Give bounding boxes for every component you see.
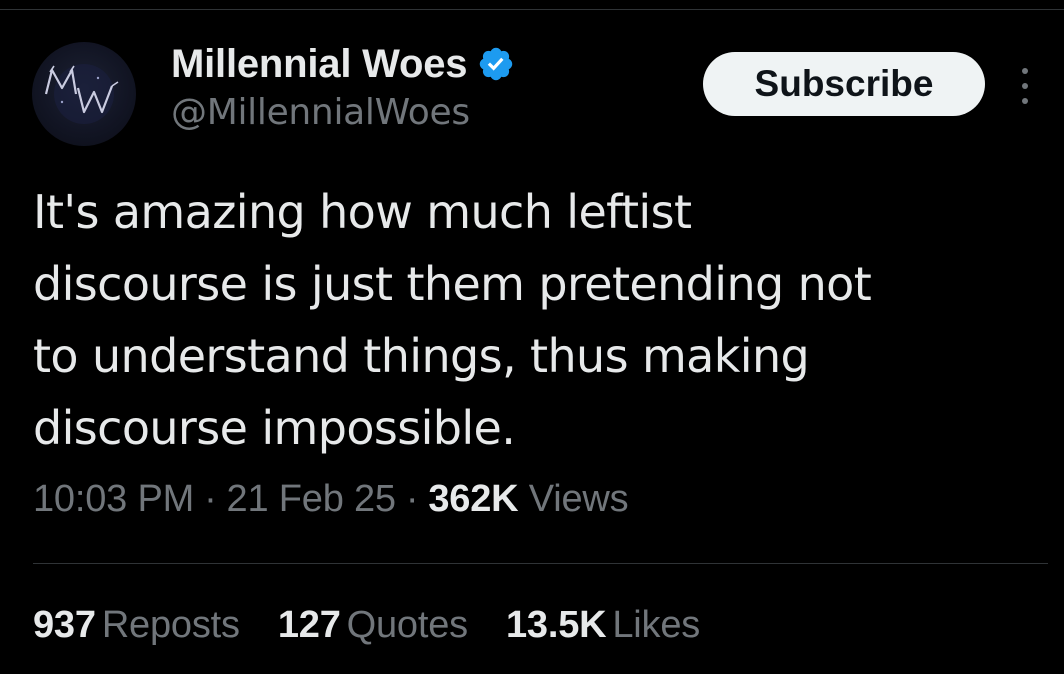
quotes-count: 127 [277, 604, 341, 646]
reposts-count: 937 [33, 604, 96, 646]
quotes-label: Quotes [346, 604, 469, 646]
more-dot [1022, 98, 1028, 104]
reposts-stat[interactable]: 937 Reposts [33, 604, 240, 647]
meta-separator: · [405, 478, 419, 520]
subscribe-button[interactable]: Subscribe [703, 52, 985, 116]
reposts-label: Reposts [101, 604, 240, 646]
likes-count: 13.5K [505, 604, 607, 646]
views-count: 362K [428, 478, 519, 520]
likes-stat[interactable]: 13.5K Likes [506, 604, 700, 647]
engagement-stats: 937 Reposts 127 Quotes 13.5K Likes [33, 604, 738, 647]
avatar[interactable] [32, 42, 136, 146]
meta-separator: · [204, 478, 217, 520]
tweet-date[interactable]: 21 Feb 25 [227, 478, 397, 520]
tweet-meta: 10:03 PM · 21 Feb 25 · 362K Views [33, 478, 629, 521]
more-dot [1022, 83, 1028, 89]
stats-divider [33, 563, 1048, 564]
name-row: Millennial Woes [171, 40, 515, 88]
avatar-logo [44, 64, 119, 124]
tweet-text: It's amazing how much leftist discourse … [33, 185, 872, 455]
verified-badge-icon[interactable] [477, 45, 515, 83]
quotes-stat[interactable]: 127 Quotes [278, 604, 468, 647]
user-handle[interactable]: @MillennialWoes [171, 92, 515, 133]
top-divider [0, 9, 1064, 10]
views-label: Views [528, 478, 629, 520]
more-dot [1022, 68, 1028, 74]
tweet-time[interactable]: 10:03 PM [33, 478, 194, 520]
display-name[interactable]: Millennial Woes [171, 42, 468, 87]
author-block: Millennial Woes @MillennialWoes [171, 40, 515, 133]
more-vertical-icon[interactable] [1010, 64, 1040, 108]
likes-label: Likes [612, 604, 701, 646]
